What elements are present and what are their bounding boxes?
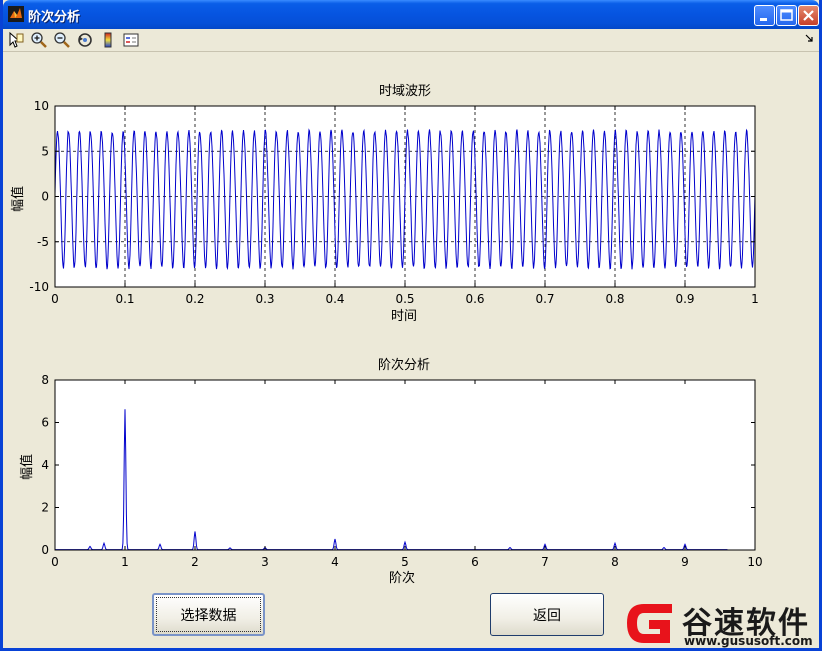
- x-tick-label: 0.2: [185, 292, 204, 306]
- time-domain-ylabel: 幅值: [10, 186, 26, 212]
- watermark: 谷速软件 www.gususoft.com: [622, 596, 822, 651]
- y-tick-label: 8: [41, 373, 49, 387]
- select-data-button[interactable]: 选择数据: [152, 593, 265, 636]
- order-analysis-xlabel: 阶次: [389, 570, 415, 586]
- x-tick-label: 0.8: [605, 292, 624, 306]
- x-tick-label: 0.5: [395, 292, 414, 306]
- y-tick-label: 10: [34, 99, 49, 113]
- y-tick-label: -10: [29, 280, 49, 294]
- watermark-url: www.gususoft.com: [684, 634, 813, 648]
- time-domain-plot[interactable]: 0 0.1 0.2 0.3 0.4 0.5 0.6 0.7 0.8 0.9 1 10 5 0 -5 -10 时…: [10, 84, 759, 324]
- x-tick-label: 0: [51, 292, 59, 306]
- x-tick-label: 9: [681, 555, 689, 569]
- y-tick-label: 5: [41, 144, 49, 158]
- x-tick-label: 0: [51, 555, 59, 569]
- x-tick-label: 0.7: [535, 292, 554, 306]
- y-tick-label: 4: [41, 458, 49, 472]
- order-analysis-axes[interactable]: [54, 379, 756, 551]
- x-tick-label: 6: [471, 555, 479, 569]
- y-tick-label: 0: [41, 543, 49, 557]
- x-tick-label: 0.6: [465, 292, 484, 306]
- x-tick-label: 1: [121, 555, 129, 569]
- y-tick-label: 6: [41, 416, 49, 430]
- gusu-logo-icon: [627, 604, 672, 643]
- x-tick-label: 5: [401, 555, 409, 569]
- x-tick-label: 8: [611, 555, 619, 569]
- x-tick-label: 0.4: [325, 292, 344, 306]
- x-tick-label: 10: [747, 555, 762, 569]
- x-tick-label: 7: [541, 555, 549, 569]
- figure-canvas: 0 0.1 0.2 0.3 0.4 0.5 0.6 0.7 0.8 0.9 11050-5-10 时…: [10, 84, 763, 586]
- time-domain-title: 时域波形: [379, 84, 431, 99]
- back-button[interactable]: 返回: [490, 593, 604, 636]
- app-window: 阶次分析 0 0.1 0.2 0.3 0.4 0.5 0.6 0.7 0.8 0…: [0, 0, 822, 651]
- x-tick-label: 3: [261, 555, 269, 569]
- order-analysis-title: 阶次分析: [378, 357, 430, 373]
- x-tick-label: 0.9: [675, 292, 694, 306]
- order-analysis-plot[interactable]: 0 1 2 3 4 5 6 7 8 9 10 8 6 4 2 0 阶次分析 阶次 幅值: [19, 357, 763, 586]
- y-tick-label: 0: [41, 190, 49, 204]
- x-tick-label: 1: [751, 292, 759, 306]
- time-domain-xlabel: 时间: [391, 309, 417, 324]
- x-tick-label: 2: [191, 555, 199, 569]
- x-tick-label: 0.3: [255, 292, 274, 306]
- x-tick-label: 0.1: [115, 292, 134, 306]
- y-tick-label: 2: [41, 501, 49, 515]
- y-tick-label: -5: [37, 235, 49, 249]
- order-analysis-ylabel: 幅值: [19, 454, 35, 480]
- x-tick-label: 4: [331, 555, 339, 569]
